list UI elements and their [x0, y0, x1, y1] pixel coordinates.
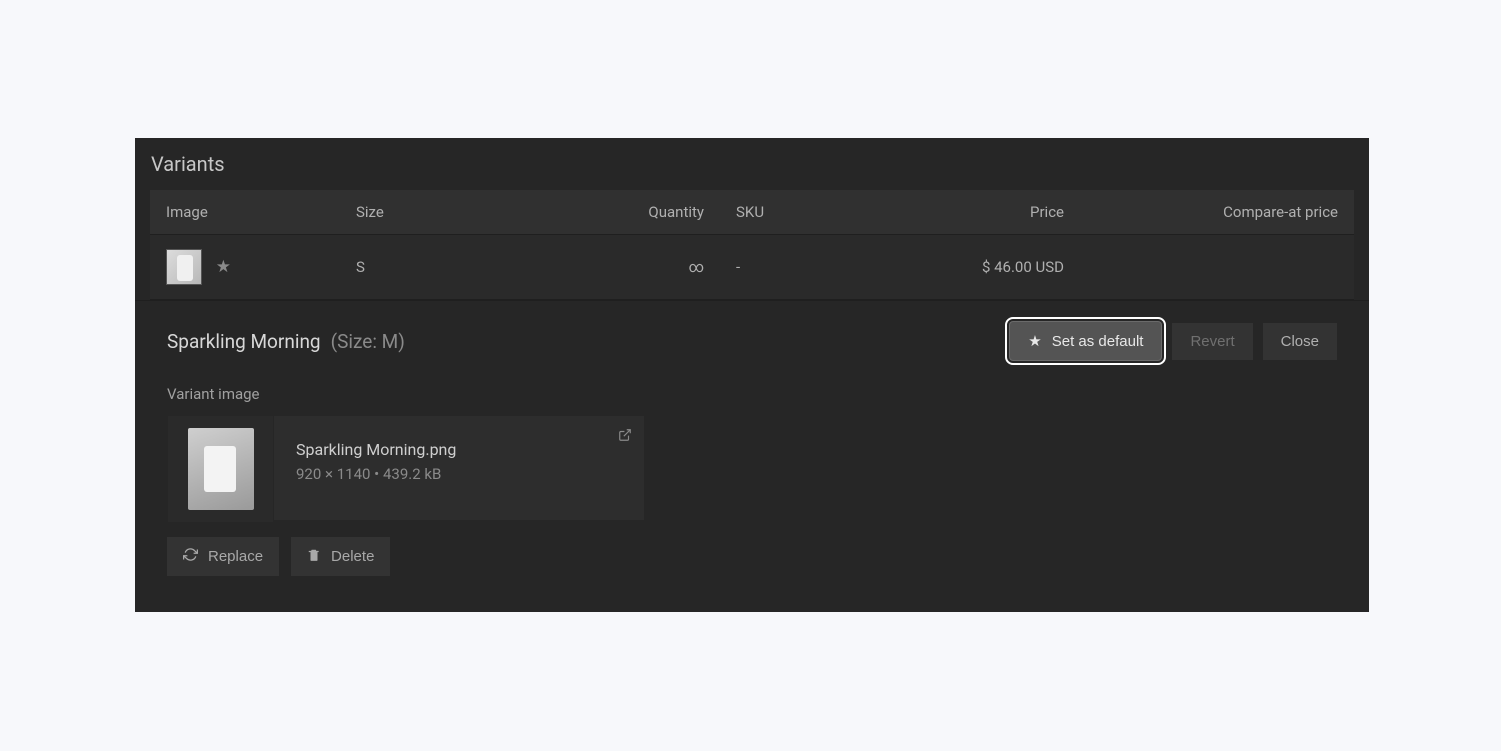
image-file-name: Sparkling Morning.png	[296, 440, 622, 459]
refresh-icon	[183, 547, 198, 566]
variants-panel: Variants Image Size Quantity SKU Price C…	[135, 138, 1369, 612]
variant-image-label: Variant image	[167, 385, 1337, 403]
cell-sku: -	[720, 234, 900, 300]
star-icon: ★	[216, 257, 231, 277]
cell-size: S	[340, 234, 580, 300]
variant-image-card: Sparkling Morning.png 920 × 1140 • 439.2…	[167, 415, 645, 521]
set-default-button[interactable]: ★ Set as default	[1009, 321, 1162, 361]
set-default-label: Set as default	[1052, 333, 1144, 350]
section-title: Variants	[135, 138, 1369, 190]
table-row[interactable]: ★ S ∞ - $ 46.00 USD	[150, 234, 1354, 300]
image-file-meta: 920 × 1140 • 439.2 kB	[296, 465, 622, 483]
open-external-icon[interactable]	[618, 428, 632, 446]
variants-table: Image Size Quantity SKU Price Compare-at…	[150, 190, 1354, 300]
image-preview	[168, 416, 274, 522]
variant-editor: Sparkling Morning (Size: M) ★ Set as def…	[135, 300, 1369, 576]
editor-actions: ★ Set as default Revert Close	[1009, 321, 1337, 361]
col-image: Image	[150, 190, 340, 234]
col-sku: SKU	[720, 190, 900, 234]
variant-subtitle: (Size: M)	[331, 330, 405, 353]
variant-name: Sparkling Morning	[167, 330, 321, 353]
variant-title-group: Sparkling Morning (Size: M)	[167, 330, 405, 353]
col-quantity: Quantity	[580, 190, 720, 234]
col-size: Size	[340, 190, 580, 234]
cell-image: ★	[150, 234, 340, 300]
delete-button[interactable]: Delete	[291, 537, 390, 576]
image-preview-thumb	[188, 428, 254, 510]
variant-thumb	[166, 249, 202, 285]
image-actions: Replace Delete	[167, 537, 1337, 576]
cell-quantity: ∞	[580, 234, 720, 300]
editor-header: Sparkling Morning (Size: M) ★ Set as def…	[167, 321, 1337, 361]
image-meta: Sparkling Morning.png 920 × 1140 • 439.2…	[274, 416, 644, 520]
replace-label: Replace	[208, 548, 263, 565]
delete-label: Delete	[331, 548, 374, 565]
star-icon: ★	[1028, 332, 1041, 350]
col-price: Price	[900, 190, 1080, 234]
close-button[interactable]: Close	[1263, 323, 1337, 360]
table-header-row: Image Size Quantity SKU Price Compare-at…	[150, 190, 1354, 234]
replace-button[interactable]: Replace	[167, 537, 279, 576]
revert-button[interactable]: Revert	[1172, 323, 1252, 360]
col-compare: Compare-at price	[1080, 190, 1354, 234]
cell-price: $ 46.00 USD	[900, 234, 1080, 300]
trash-icon	[307, 548, 321, 566]
cell-compare	[1080, 234, 1354, 300]
